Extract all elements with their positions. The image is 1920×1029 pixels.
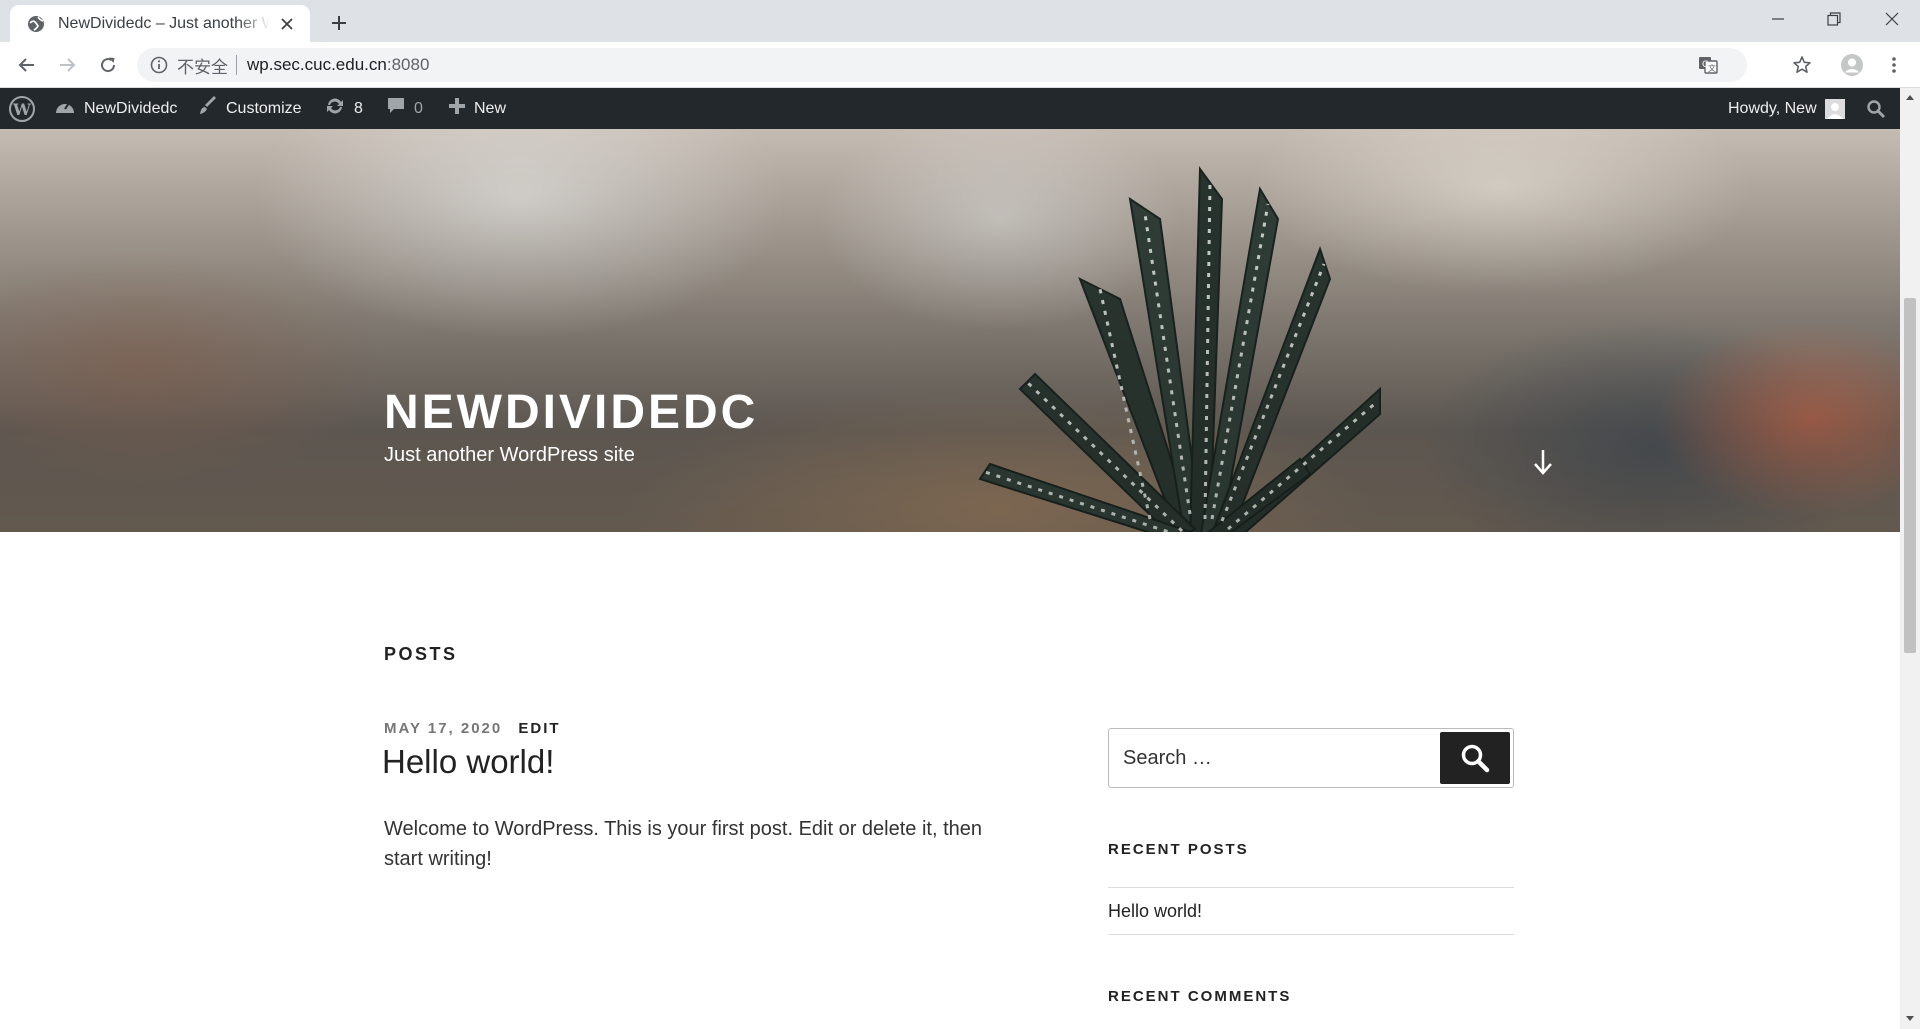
customize-link[interactable]: Customize	[198, 88, 302, 129]
post-meta: MAY 17, 2020 EDIT	[384, 720, 561, 737]
site-name-menu[interactable]: NewDividedc	[54, 88, 177, 129]
post-title[interactable]: Hello world!	[382, 743, 554, 781]
posts-heading: POSTS	[384, 644, 458, 664]
close-icon[interactable]	[276, 13, 298, 35]
browser-toolbar: 不安全 wp.sec.cuc.edu.cn :8080 G文	[0, 42, 1920, 88]
reload-icon[interactable]	[92, 49, 124, 81]
separator	[236, 55, 237, 75]
search-button[interactable]	[1440, 732, 1510, 784]
my-account-menu[interactable]: Howdy, New	[1728, 88, 1845, 129]
scroll-up-icon[interactable]	[1905, 92, 1915, 102]
new-label: New	[474, 99, 507, 117]
updates-icon	[324, 96, 346, 121]
brush-icon	[198, 96, 218, 121]
tab-title: NewDividedc – Just another WordPress sit…	[58, 14, 270, 32]
search-form	[1108, 728, 1514, 788]
post-edit-link[interactable]: EDIT	[518, 720, 560, 737]
site-title[interactable]: NEWDIVIDEDC	[384, 385, 758, 440]
arrow-down-icon[interactable]	[1530, 447, 1556, 477]
info-icon[interactable]	[149, 55, 169, 75]
url-port: :8080	[386, 55, 430, 74]
comments-link[interactable]: 0	[386, 88, 423, 129]
header-overlay	[0, 129, 1900, 532]
post-excerpt: Welcome to WordPress. This is your first…	[384, 818, 983, 870]
site-name-label: NewDividedc	[84, 99, 178, 117]
customize-label: Customize	[226, 99, 302, 117]
browser-tab[interactable]: NewDividedc – Just another WordPress sit…	[10, 5, 310, 42]
minimize-icon[interactable]	[1750, 0, 1806, 38]
recent-posts-list: Hello world!	[1108, 887, 1514, 935]
restore-icon[interactable]	[1806, 0, 1862, 38]
wordpress-logo-icon[interactable]: W	[8, 88, 36, 129]
profile-icon[interactable]	[1836, 49, 1868, 81]
star-icon[interactable]	[1786, 49, 1818, 81]
updates-link[interactable]: 8	[324, 88, 363, 129]
site-description: Just another WordPress site	[384, 444, 635, 466]
search-icon[interactable]	[1866, 88, 1886, 129]
page-scrollbar[interactable]	[1900, 88, 1920, 1029]
forward-icon[interactable]	[51, 49, 83, 81]
avatar-icon	[1824, 98, 1845, 119]
wp-admin-bar: W NewDividedc Customize 8 0 New Howdy, N…	[0, 88, 1900, 129]
search-icon	[1461, 744, 1490, 773]
scroll-down-icon[interactable]	[1905, 1014, 1915, 1024]
plus-icon	[448, 97, 466, 120]
comment-icon	[386, 96, 406, 121]
translate-icon[interactable]: G文	[1697, 54, 1719, 76]
browser-tabstrip: NewDividedc – Just another WordPress sit…	[0, 0, 1920, 42]
scrollbar-thumb[interactable]	[1904, 298, 1916, 653]
recent-post-link[interactable]: Hello world!	[1108, 901, 1202, 922]
dashboard-icon	[54, 97, 76, 120]
globe-icon	[26, 14, 46, 34]
post-date[interactable]: MAY 17, 2020	[384, 720, 502, 737]
address-bar[interactable]: 不安全 wp.sec.cuc.edu.cn :8080 G文	[137, 48, 1747, 82]
howdy-label: Howdy, New	[1728, 99, 1817, 117]
url-host: wp.sec.cuc.edu.cn	[247, 55, 387, 74]
close-window-icon[interactable]	[1864, 0, 1920, 38]
svg-text:文: 文	[1708, 63, 1716, 73]
new-content-menu[interactable]: New	[448, 88, 506, 129]
recent-posts-title: RECENT POSTS	[1108, 841, 1249, 858]
header-image: NEWDIVIDEDC Just another WordPress site	[0, 129, 1900, 532]
recent-comments-title: RECENT COMMENTS	[1108, 988, 1292, 1005]
security-label: 不安全	[177, 57, 228, 77]
svg-text:W: W	[12, 100, 32, 119]
comments-count: 0	[414, 99, 423, 117]
plus-icon[interactable]	[325, 9, 353, 37]
back-icon[interactable]	[11, 49, 43, 81]
search-input[interactable]	[1123, 729, 1423, 787]
menu-icon[interactable]	[1878, 49, 1910, 81]
updates-count: 8	[354, 99, 363, 117]
